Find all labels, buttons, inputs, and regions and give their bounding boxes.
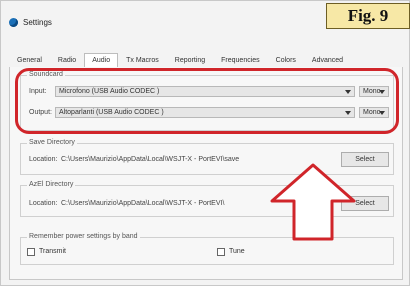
tab-radio[interactable]: Radio	[50, 53, 84, 67]
save-location-label: Location:	[29, 156, 58, 163]
app-icon	[9, 17, 18, 27]
figure-label: Fig. 9	[326, 3, 410, 29]
azel-location-path: C:\Users\Maurizio\AppData\Local\WSJT-X -…	[61, 200, 225, 207]
tune-label: Tune	[229, 248, 245, 255]
power-settings-title: Remember power settings by band	[27, 233, 140, 240]
tab-colors[interactable]: Colors	[268, 53, 304, 67]
azel-directory-title: AzEl Directory	[27, 181, 76, 188]
tab-general[interactable]: General	[9, 53, 50, 67]
settings-window: Settings Fig. 9 General Radio Audio Tx M…	[0, 0, 410, 286]
save-directory-title: Save Directory	[27, 139, 77, 146]
window-title: Settings	[23, 17, 52, 27]
tab-frequencies[interactable]: Frequencies	[213, 53, 268, 67]
tab-tx-macros[interactable]: Tx Macros	[118, 53, 167, 67]
tab-advanced[interactable]: Advanced	[304, 53, 351, 67]
tune-checkbox[interactable]	[217, 248, 225, 256]
title-bar: Settings	[9, 15, 52, 29]
tab-audio[interactable]: Audio	[84, 53, 119, 68]
tab-bar: General Radio Audio Tx Macros Reporting …	[9, 53, 401, 68]
azel-location-label: Location:	[29, 200, 58, 207]
transmit-checkbox[interactable]	[27, 248, 35, 256]
save-location-path: C:\Users\Maurizio\AppData\Local\WSJT-X -…	[61, 156, 240, 163]
up-arrow-annotation-icon	[270, 163, 356, 241]
power-settings-group: Remember power settings by band Transmit…	[20, 233, 394, 265]
soundcard-highlight-annotation	[15, 68, 399, 134]
transmit-label: Transmit	[39, 248, 66, 255]
tab-reporting[interactable]: Reporting	[167, 53, 213, 67]
